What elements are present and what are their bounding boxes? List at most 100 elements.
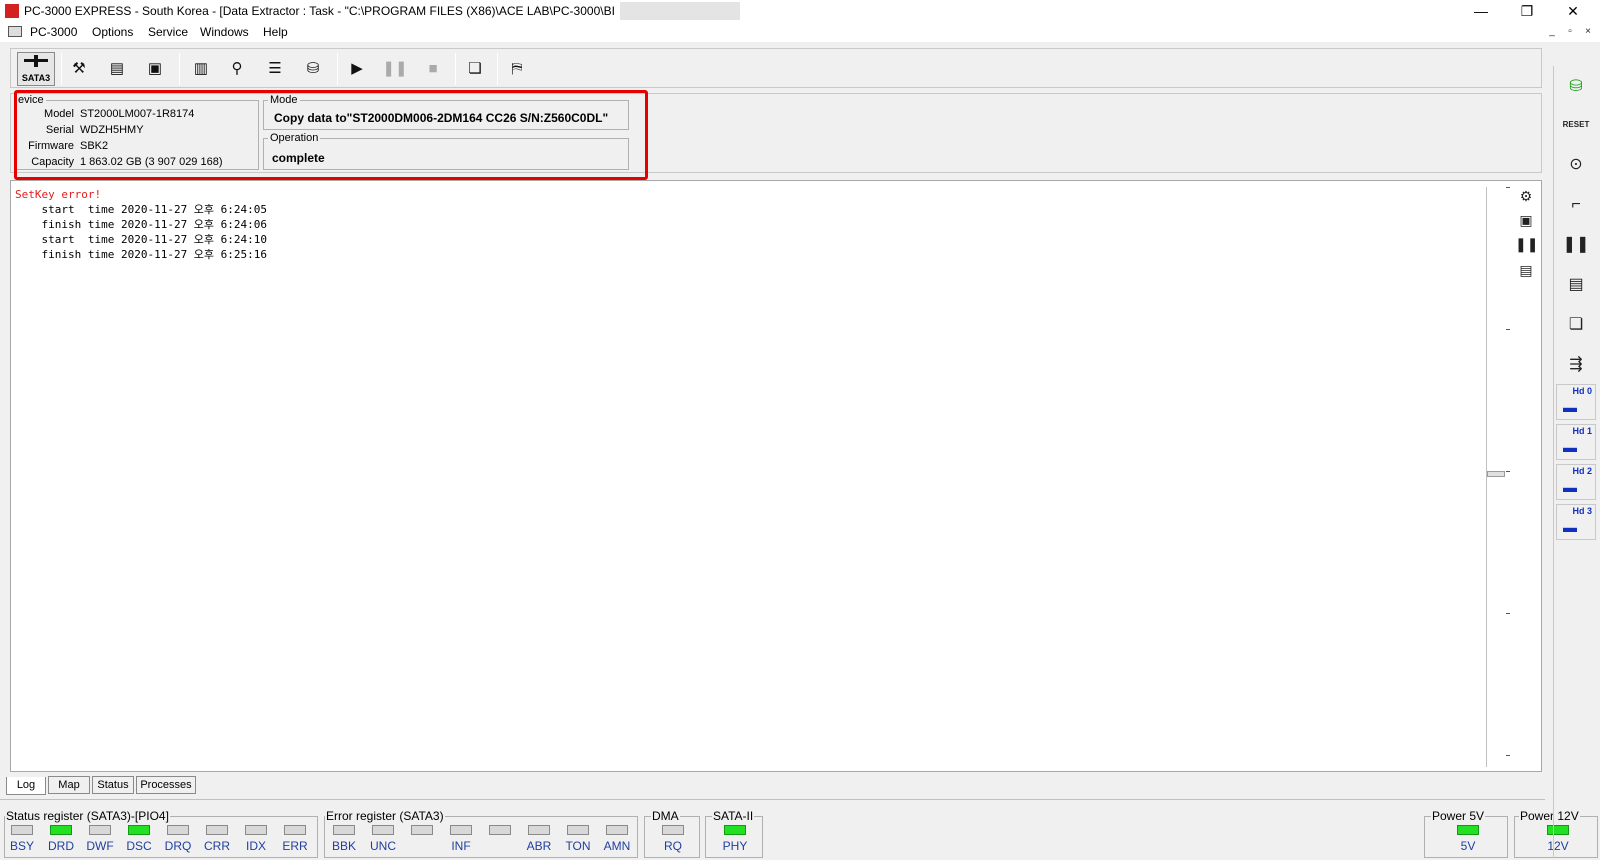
led-dwf [89, 825, 111, 835]
exit-icon[interactable]: ⛿ [503, 55, 531, 83]
hd-label: Hd 2 [1572, 466, 1592, 476]
scale-tick [1506, 755, 1510, 756]
app-icon [4, 3, 20, 19]
database-icon[interactable]: ⛁ [1560, 72, 1592, 102]
toolbar-separator [61, 53, 62, 85]
settings-icon[interactable]: ⚙ [1515, 185, 1537, 207]
hd-label: Hd 1 [1572, 426, 1592, 436]
menu-pc3000[interactable]: PC-3000 [30, 25, 77, 39]
reset-icon[interactable]: RESET [1560, 110, 1592, 140]
toolbar-separator [455, 53, 456, 85]
mdi-restore-button[interactable]: ▫ [1564, 26, 1576, 38]
menu-windows[interactable]: Windows [200, 25, 249, 39]
led-rq [662, 825, 684, 835]
right-toolbar: ⛁ RESET ⊙ ⌐ ❚❚ ▤ ❏ ⇶ Hd 0 ▬ Hd 1 ▬ Hd 2 ▬ H… [1553, 66, 1597, 858]
led-ton [567, 825, 589, 835]
windows-icon[interactable]: ❏ [461, 55, 489, 83]
rom-icon[interactable]: ▤ [103, 55, 131, 83]
led-label: ABR [526, 839, 552, 853]
rom-loader-icon[interactable]: ▤ [1560, 270, 1592, 300]
pause-icon[interactable]: ❚❚ [1560, 230, 1592, 260]
restore-button[interactable]: ❐ [1504, 0, 1550, 22]
redacted-area [620, 2, 740, 20]
cable-icon[interactable]: ⇶ [1560, 350, 1592, 380]
led-label: DWF [86, 839, 114, 853]
led-drq [167, 825, 189, 835]
drive-icon: ▬ [1563, 519, 1577, 535]
log-line: start time 2020-11-27 오후 6:24:05 [15, 203, 268, 216]
led-label: ERR [282, 839, 308, 853]
tab-status[interactable]: Status [92, 776, 134, 794]
led-label: 5V [1460, 839, 1476, 853]
led-label: INF [451, 839, 471, 853]
save-icon[interactable]: ▣ [1515, 209, 1537, 231]
led-dsc [128, 825, 150, 835]
drive-icon: ▬ [1563, 439, 1577, 455]
save-as-icon[interactable]: ▤ [1515, 259, 1537, 281]
led-abr [528, 825, 550, 835]
reset-label: RESET [1562, 120, 1590, 129]
tools-icon[interactable]: ⚒ [65, 55, 93, 83]
scale-tick [1506, 471, 1510, 472]
led-label: IDX [245, 839, 266, 853]
led-label: TON [565, 839, 591, 853]
drive-io-icon[interactable]: ⛁ [299, 55, 327, 83]
copy-remove-icon[interactable]: ❏ [1560, 310, 1592, 340]
log-line: start time 2020-11-27 오후 6:24:10 [15, 233, 268, 246]
log-error-line: SetKey error! [15, 188, 102, 201]
error-register-group: Error register (SATA3) BBK UNC INF ABR T… [324, 809, 638, 858]
dma-group: DMA RQ [644, 809, 700, 858]
play-icon[interactable]: ▶ [343, 55, 371, 83]
window-title: PC-3000 EXPRESS - South Korea - [Data Ex… [24, 4, 615, 18]
tab-map[interactable]: Map [48, 776, 90, 794]
scale-tick [1506, 613, 1510, 614]
hd2-button[interactable]: Hd 2 ▬ [1556, 464, 1596, 500]
led-label: UNC [370, 839, 396, 853]
level-icon[interactable]: ☰ [261, 55, 289, 83]
title-bar: PC-3000 EXPRESS - South Korea - [Data Ex… [0, 0, 1600, 22]
binoculars-icon[interactable]: ⚲ [223, 55, 251, 83]
pause-icon[interactable]: ❚❚ [381, 55, 409, 83]
pc3000-menu-icon [8, 26, 22, 37]
sector-edit-icon[interactable]: ▥ [187, 55, 215, 83]
led-label: BSY [9, 839, 34, 853]
led-label: CRR [204, 839, 230, 853]
percent-icon[interactable]: ▣ [141, 55, 169, 83]
led-drd [50, 825, 72, 835]
hd3-button[interactable]: Hd 3 ▬ [1556, 504, 1596, 540]
led-label: DRQ [164, 839, 192, 853]
mdi-close-button[interactable]: × [1582, 26, 1594, 38]
menu-service[interactable]: Service [148, 25, 188, 39]
hd-label: Hd 3 [1572, 506, 1592, 516]
menu-options[interactable]: Options [92, 25, 133, 39]
log-scrollbar-thumb[interactable] [1487, 471, 1505, 477]
stop-icon[interactable]: ■ [419, 55, 447, 83]
minimize-button[interactable]: — [1458, 0, 1504, 22]
led-label: PHY [722, 839, 748, 853]
led-inf [450, 825, 472, 835]
power-5v-group: Power 5V 5V [1424, 809, 1508, 858]
mdi-minimize-button[interactable]: _ [1546, 26, 1558, 38]
log-line: finish time 2020-11-27 오후 6:24:06 [15, 218, 268, 231]
log-pause-icon[interactable]: ❚❚ [1515, 233, 1538, 255]
sata-title: SATA-II [712, 809, 755, 823]
hd1-button[interactable]: Hd 1 ▬ [1556, 424, 1596, 460]
log-panel: SetKey error! start time 2020-11-27 오후 6… [10, 180, 1542, 772]
pin-icon[interactable]: ⊙ [1560, 150, 1592, 180]
led-label: DRD [48, 839, 74, 853]
sata3-interface-button[interactable]: SATA3 [17, 52, 55, 86]
tab-log[interactable]: Log [6, 777, 46, 795]
led-amn [606, 825, 628, 835]
led-bit4 [489, 825, 511, 835]
hd-label: Hd 0 [1572, 386, 1592, 396]
led-label: DSC [126, 839, 152, 853]
log-scrollbar-track[interactable] [1486, 187, 1498, 767]
scale-tick [1506, 329, 1510, 330]
close-button[interactable]: ✕ [1550, 0, 1596, 22]
led-idx [245, 825, 267, 835]
menu-help[interactable]: Help [263, 25, 288, 39]
hd0-button[interactable]: Hd 0 ▬ [1556, 384, 1596, 420]
connect-icon[interactable]: ⌐ [1560, 190, 1592, 220]
status-register-title: Status register (SATA3)-[PIO4] [5, 809, 170, 823]
tab-processes[interactable]: Processes [136, 776, 196, 794]
